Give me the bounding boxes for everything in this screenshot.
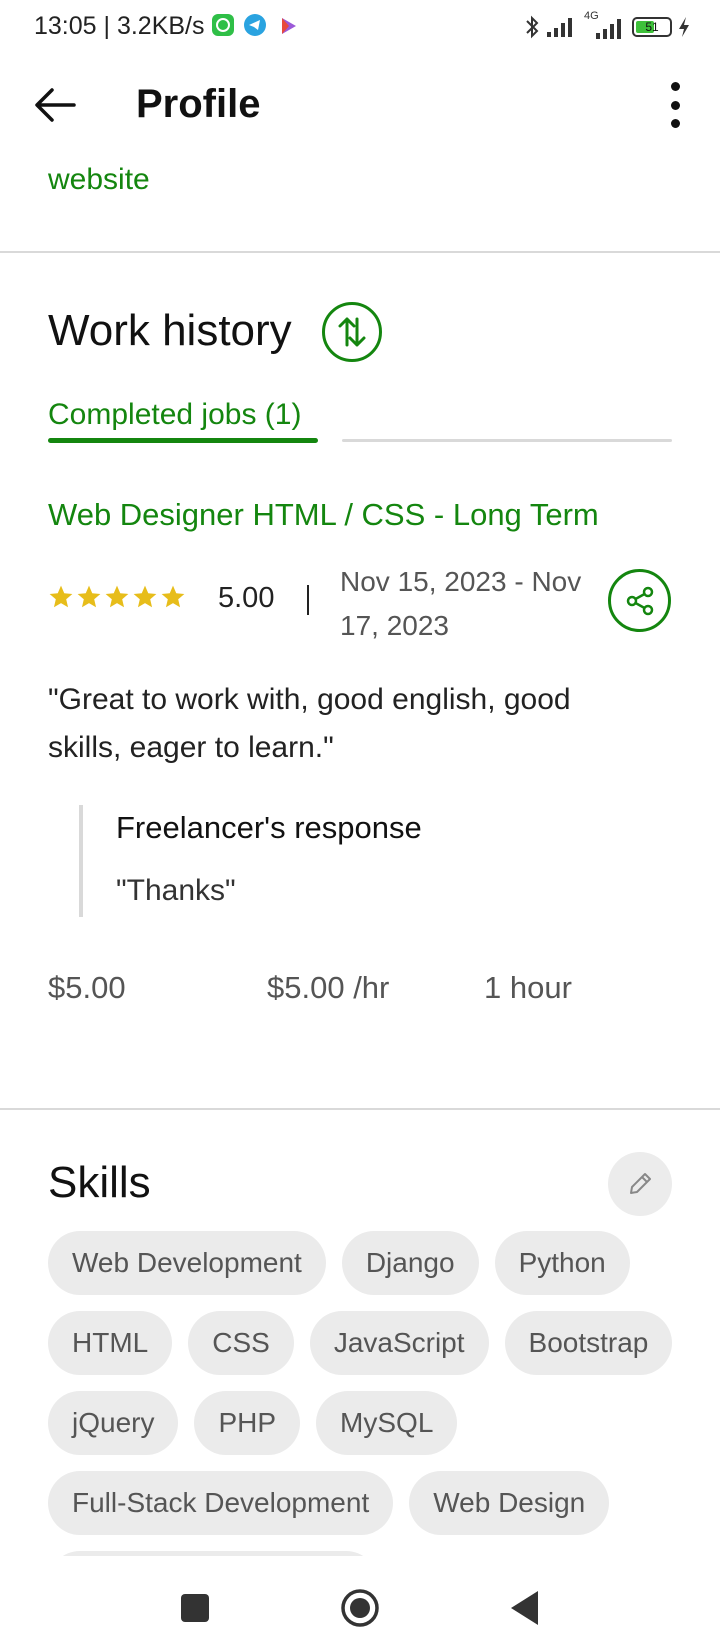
skill-chip: Django: [341, 1231, 479, 1295]
skill-chip: Web Development: [48, 1231, 326, 1295]
section-divider: [0, 1108, 720, 1110]
skill-chip: Full-Stack Development: [48, 1471, 394, 1535]
signal-icon: [547, 18, 572, 37]
whatsapp-icon: [212, 14, 234, 36]
tab-completed-jobs[interactable]: Completed jobs (1): [48, 398, 301, 432]
skills-list: Web Development Django Python HTML CSS JavaSc…: [48, 1231, 688, 1556]
more-options-button[interactable]: [660, 82, 690, 128]
signal-4g-icon: 4G: [582, 10, 626, 40]
skill-chip: CSS: [188, 1311, 294, 1375]
star-icon: [105, 585, 129, 608]
home-button[interactable]: [340, 1588, 380, 1628]
tab-track: [342, 439, 672, 442]
back-button[interactable]: [30, 80, 80, 130]
skill-chip: Python: [494, 1231, 630, 1295]
system-nav-bar: [0, 1570, 720, 1650]
play-store-icon: [280, 16, 298, 41]
star-icon: [77, 585, 101, 608]
status-time: 13:05 | 3.2KB/s: [34, 12, 205, 40]
share-icon: [626, 586, 653, 615]
rating-value: 5.00: [218, 582, 275, 614]
triangle-back-icon: [511, 1591, 538, 1625]
battery-level: 51: [645, 20, 659, 34]
skill-chip: PHP: [194, 1391, 301, 1455]
page-title: Profile: [136, 82, 261, 126]
skill-chip: JavaScript: [309, 1311, 489, 1375]
back-nav-button[interactable]: [508, 1588, 542, 1628]
skill-chip: HTML: [48, 1311, 173, 1375]
job-dates: Nov 15, 2023 - Nov 17, 2023: [340, 566, 582, 641]
response-quote-bar: [79, 805, 83, 917]
job-title-link[interactable]: Web Designer HTML / CSS - Long Term: [48, 497, 599, 533]
star-icon: [133, 585, 157, 608]
edit-skills-button[interactable]: [608, 1152, 672, 1216]
battery-icon: 51: [632, 17, 672, 37]
home-circle-icon: [341, 1589, 379, 1627]
freelancer-response-text: "Thanks": [116, 874, 236, 907]
skill-chip: [48, 1551, 378, 1556]
share-button[interactable]: [608, 569, 671, 632]
skill-chip: Web Design: [409, 1471, 610, 1535]
more-vertical-icon: [670, 82, 680, 91]
work-history-heading: Work history: [48, 306, 292, 355]
website-link[interactable]: website: [48, 163, 150, 197]
star-icon: [161, 585, 185, 608]
skill-chip: jQuery: [48, 1391, 179, 1455]
freelancer-response-title: Freelancer's response: [116, 810, 422, 845]
star-icon: [49, 585, 73, 608]
status-indicators: 4G 51: [524, 10, 690, 42]
sort-arrows-icon: [338, 317, 366, 347]
skill-chip: MySQL: [316, 1391, 458, 1455]
skill-chip: Bootstrap: [504, 1311, 673, 1375]
bluetooth-icon: [526, 15, 539, 39]
section-divider: [0, 251, 720, 253]
star-rating: [48, 584, 186, 610]
job-earned: $5.00: [48, 970, 126, 1005]
network-type: 4G: [584, 10, 599, 22]
sort-button[interactable]: [322, 302, 382, 362]
job-duration: 1 hour: [484, 970, 572, 1005]
charging-icon: [679, 17, 689, 37]
pencil-icon: [630, 1173, 651, 1194]
tab-active-indicator: [48, 438, 318, 443]
rating-separator: [307, 585, 309, 615]
job-rate: $5.00 /hr: [267, 970, 390, 1005]
skills-heading: Skills: [48, 1158, 151, 1207]
client-feedback: "Great to work with, good english, good …: [48, 683, 571, 764]
arrow-left-icon: [35, 88, 76, 122]
recents-button[interactable]: [181, 1594, 209, 1622]
telegram-icon: [244, 14, 266, 36]
